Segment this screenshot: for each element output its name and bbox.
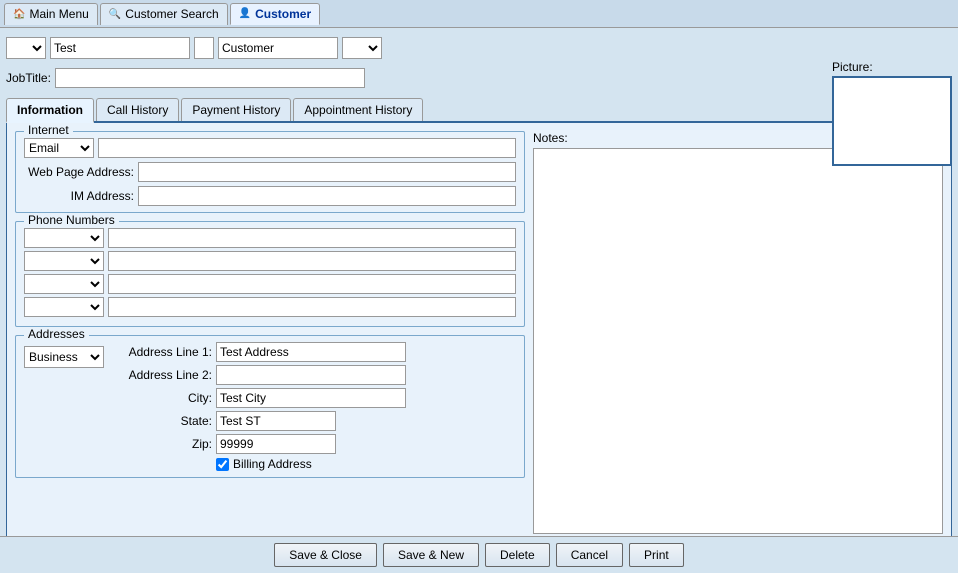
phone-input-3[interactable]	[108, 274, 516, 294]
middle-name-input[interactable]	[194, 37, 214, 59]
person-icon: 👤	[239, 8, 251, 19]
picture-label: Picture:	[832, 60, 952, 74]
addr-zip-input[interactable]	[216, 434, 336, 454]
picture-section: Picture:	[832, 60, 952, 160]
web-page-input[interactable]	[138, 162, 516, 182]
addr-line2-label: Address Line 2:	[112, 368, 212, 382]
tab-customer-search-label: Customer Search	[125, 7, 218, 21]
addr-zip-row: Zip:	[112, 434, 516, 454]
addr-line1-row: Address Line 1:	[112, 342, 516, 362]
phone-input-4[interactable]	[108, 297, 516, 317]
jobtitle-label: JobTitle:	[6, 71, 51, 85]
address-type-select[interactable]: Business Home Other	[24, 346, 104, 368]
phone-row-3	[24, 274, 516, 294]
tab-customer-label: Customer	[255, 7, 311, 21]
addr-line2-input[interactable]	[216, 365, 406, 385]
print-button[interactable]: Print	[629, 543, 684, 567]
tab-customer[interactable]: 👤 Customer	[230, 3, 320, 25]
tab-main-menu-label: Main Menu	[29, 7, 88, 21]
delete-button[interactable]: Delete	[485, 543, 550, 567]
addr-line2-row: Address Line 2:	[112, 365, 516, 385]
addr-line1-input[interactable]	[216, 342, 406, 362]
phone-section-title: Phone Numbers	[24, 213, 119, 227]
tab-main-menu[interactable]: 🏠 Main Menu	[4, 3, 98, 25]
phone-section: Phone Numbers	[15, 221, 525, 327]
tab-customer-search[interactable]: 🔍 Customer Search	[100, 3, 228, 25]
main-content: Mr. Ms. Mrs. Dr. Jr. Sr. II III JobTitle…	[0, 28, 958, 549]
email-type-select[interactable]: Email Work Email Home Email	[24, 138, 94, 158]
jobtitle-row: JobTitle:	[6, 66, 952, 90]
suffix-select[interactable]: Jr. Sr. II III	[342, 37, 382, 59]
last-name-input[interactable]	[218, 37, 338, 59]
addr-zip-label: Zip:	[112, 437, 212, 451]
search-icon: 🔍	[109, 9, 121, 20]
save-new-button[interactable]: Save & New	[383, 543, 479, 567]
save-close-button[interactable]: Save & Close	[274, 543, 377, 567]
addr-city-input[interactable]	[216, 388, 406, 408]
address-content: Business Home Other Address Line 1: Addr…	[24, 342, 516, 471]
im-input[interactable]	[138, 186, 516, 206]
tab-appointment-history[interactable]: Appointment History	[293, 98, 423, 121]
phone-type-3[interactable]	[24, 274, 104, 294]
addr-line1-label: Address Line 1:	[112, 345, 212, 359]
title-bar: 🏠 Main Menu 🔍 Customer Search 👤 Customer	[0, 0, 958, 28]
tab-payment-history[interactable]: Payment History	[181, 98, 291, 121]
email-input[interactable]	[98, 138, 516, 158]
billing-row: Billing Address	[112, 457, 516, 471]
phone-row-2	[24, 251, 516, 271]
billing-checkbox[interactable]	[216, 458, 229, 471]
phone-type-4[interactable]	[24, 297, 104, 317]
title-select[interactable]: Mr. Ms. Mrs. Dr.	[6, 37, 46, 59]
left-panel: Internet Email Work Email Home Email Web…	[15, 131, 525, 534]
phone-type-2[interactable]	[24, 251, 104, 271]
web-page-label: Web Page Address:	[24, 165, 134, 179]
address-fields: Address Line 1: Address Line 2: City:	[112, 342, 516, 471]
tabs-container: Information Call History Payment History…	[6, 98, 952, 543]
addr-state-label: State:	[112, 414, 212, 428]
im-label: IM Address:	[24, 189, 134, 203]
phone-input-2[interactable]	[108, 251, 516, 271]
tab-information[interactable]: Information	[6, 98, 94, 123]
tabs-header: Information Call History Payment History…	[6, 98, 952, 123]
phone-row-1	[24, 228, 516, 248]
internet-section: Internet Email Work Email Home Email Web…	[15, 131, 525, 213]
addr-state-input[interactable]	[216, 411, 336, 431]
address-section: Addresses Business Home Other Address Li…	[15, 335, 525, 478]
billing-label: Billing Address	[233, 457, 312, 471]
addr-city-row: City:	[112, 388, 516, 408]
phone-input-1[interactable]	[108, 228, 516, 248]
tab-content-information: Internet Email Work Email Home Email Web…	[6, 123, 952, 543]
right-panel: Notes:	[533, 131, 943, 534]
home-icon: 🏠	[13, 9, 25, 20]
address-section-title: Addresses	[24, 327, 89, 341]
first-name-input[interactable]	[50, 37, 190, 59]
notes-textarea[interactable]	[533, 148, 943, 534]
jobtitle-input[interactable]	[55, 68, 365, 88]
cancel-button[interactable]: Cancel	[556, 543, 623, 567]
top-form-row: Mr. Ms. Mrs. Dr. Jr. Sr. II III	[6, 34, 952, 62]
tab-call-history[interactable]: Call History	[96, 98, 179, 121]
internet-section-title: Internet	[24, 123, 73, 137]
picture-box[interactable]	[832, 76, 952, 166]
addr-city-label: City:	[112, 391, 212, 405]
phone-type-1[interactable]	[24, 228, 104, 248]
phone-row-4	[24, 297, 516, 317]
addr-state-row: State:	[112, 411, 516, 431]
bottom-toolbar: Save & Close Save & New Delete Cancel Pr…	[0, 536, 958, 573]
